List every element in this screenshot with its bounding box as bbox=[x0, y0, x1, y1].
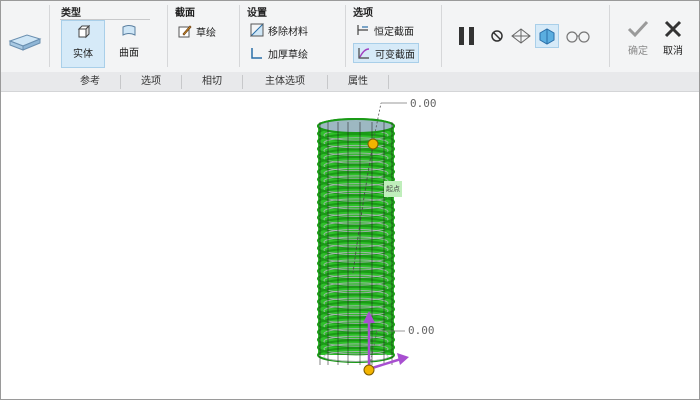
thicken-sketch-button[interactable]: 加厚草绘 bbox=[250, 45, 308, 61]
constant-section-icon bbox=[356, 23, 370, 37]
group-title-type: 类型 bbox=[61, 8, 81, 19]
surface-button[interactable]: 曲面 bbox=[107, 20, 151, 68]
solid-label: 实体 bbox=[73, 49, 93, 60]
pause-icon bbox=[459, 27, 474, 45]
tab-properties[interactable]: 属性 bbox=[328, 72, 388, 92]
ok-label: 确定 bbox=[628, 46, 648, 57]
top-point-handle bbox=[367, 138, 379, 150]
ok-button[interactable]: 确定 bbox=[621, 15, 655, 65]
no-preview-button[interactable] bbox=[490, 29, 504, 43]
group-title-options: 选项 bbox=[353, 8, 373, 19]
separator bbox=[441, 5, 442, 67]
surface-label: 曲面 bbox=[119, 48, 139, 59]
sketch-icon bbox=[178, 24, 192, 38]
variable-section-label: 可变截面 bbox=[375, 49, 415, 61]
model-top-cap bbox=[317, 118, 395, 134]
thicken-sketch-icon bbox=[250, 46, 264, 60]
csys-x-arrowhead bbox=[397, 353, 409, 365]
separator bbox=[345, 5, 346, 67]
separator bbox=[167, 5, 168, 67]
constant-section-button[interactable]: 恒定截面 bbox=[356, 22, 414, 38]
bottom-point-handle bbox=[363, 364, 375, 376]
remove-material-button[interactable]: 移除材料 bbox=[250, 22, 308, 38]
sketch-label: 草绘 bbox=[196, 27, 216, 39]
tab-body-options[interactable]: 主体选项 bbox=[243, 72, 327, 92]
cancel-button[interactable]: 取消 bbox=[656, 15, 690, 65]
tab-options[interactable]: 选项 bbox=[121, 72, 181, 92]
constant-section-label: 恒定截面 bbox=[374, 26, 414, 38]
separator bbox=[239, 5, 240, 67]
no-preview-icon bbox=[491, 30, 503, 42]
remove-material-label: 移除材料 bbox=[268, 26, 308, 38]
pause-button[interactable] bbox=[456, 25, 478, 47]
dimension-bottom[interactable]: 0.00 bbox=[408, 324, 435, 337]
tab-references[interactable]: 参考 bbox=[60, 72, 120, 92]
tab-separator bbox=[388, 75, 389, 89]
dimension-top[interactable]: 0.00 bbox=[410, 97, 437, 110]
variable-section-button[interactable]: 可变截面 bbox=[353, 43, 419, 63]
solid-preview-icon bbox=[539, 28, 555, 45]
graphics-canvas[interactable] bbox=[1, 93, 699, 399]
separator bbox=[49, 5, 50, 67]
sweep-feature-icon bbox=[7, 29, 43, 53]
start-point-label[interactable]: 起点 bbox=[384, 181, 402, 197]
surface-icon bbox=[121, 24, 137, 41]
group-title-settings: 设置 bbox=[247, 8, 267, 19]
thicken-sketch-label: 加厚草绘 bbox=[268, 49, 308, 61]
remove-material-icon bbox=[250, 23, 264, 37]
separator bbox=[609, 5, 610, 67]
close-icon bbox=[664, 20, 682, 38]
glasses-icon bbox=[566, 31, 590, 43]
preview-mesh-button[interactable] bbox=[510, 26, 532, 46]
variable-section-icon bbox=[357, 46, 371, 60]
ribbon: 类型 实体 曲面 截面 草绘 设置 移除材料 加厚草绘 选项 恒定截面 可变截面… bbox=[1, 1, 699, 72]
verify-button[interactable] bbox=[565, 28, 591, 44]
checkmark-icon bbox=[627, 20, 649, 38]
group-title-section: 截面 bbox=[175, 8, 195, 19]
mesh-preview-icon bbox=[511, 28, 531, 44]
preview-solid-button[interactable] bbox=[535, 24, 559, 48]
model-view[interactable] bbox=[1, 93, 699, 399]
solid-button[interactable]: 实体 bbox=[61, 20, 105, 68]
solid-icon bbox=[76, 24, 91, 42]
sketch-button[interactable]: 草绘 bbox=[178, 23, 216, 39]
cancel-label: 取消 bbox=[663, 46, 683, 57]
tab-tangency[interactable]: 相切 bbox=[182, 72, 242, 92]
